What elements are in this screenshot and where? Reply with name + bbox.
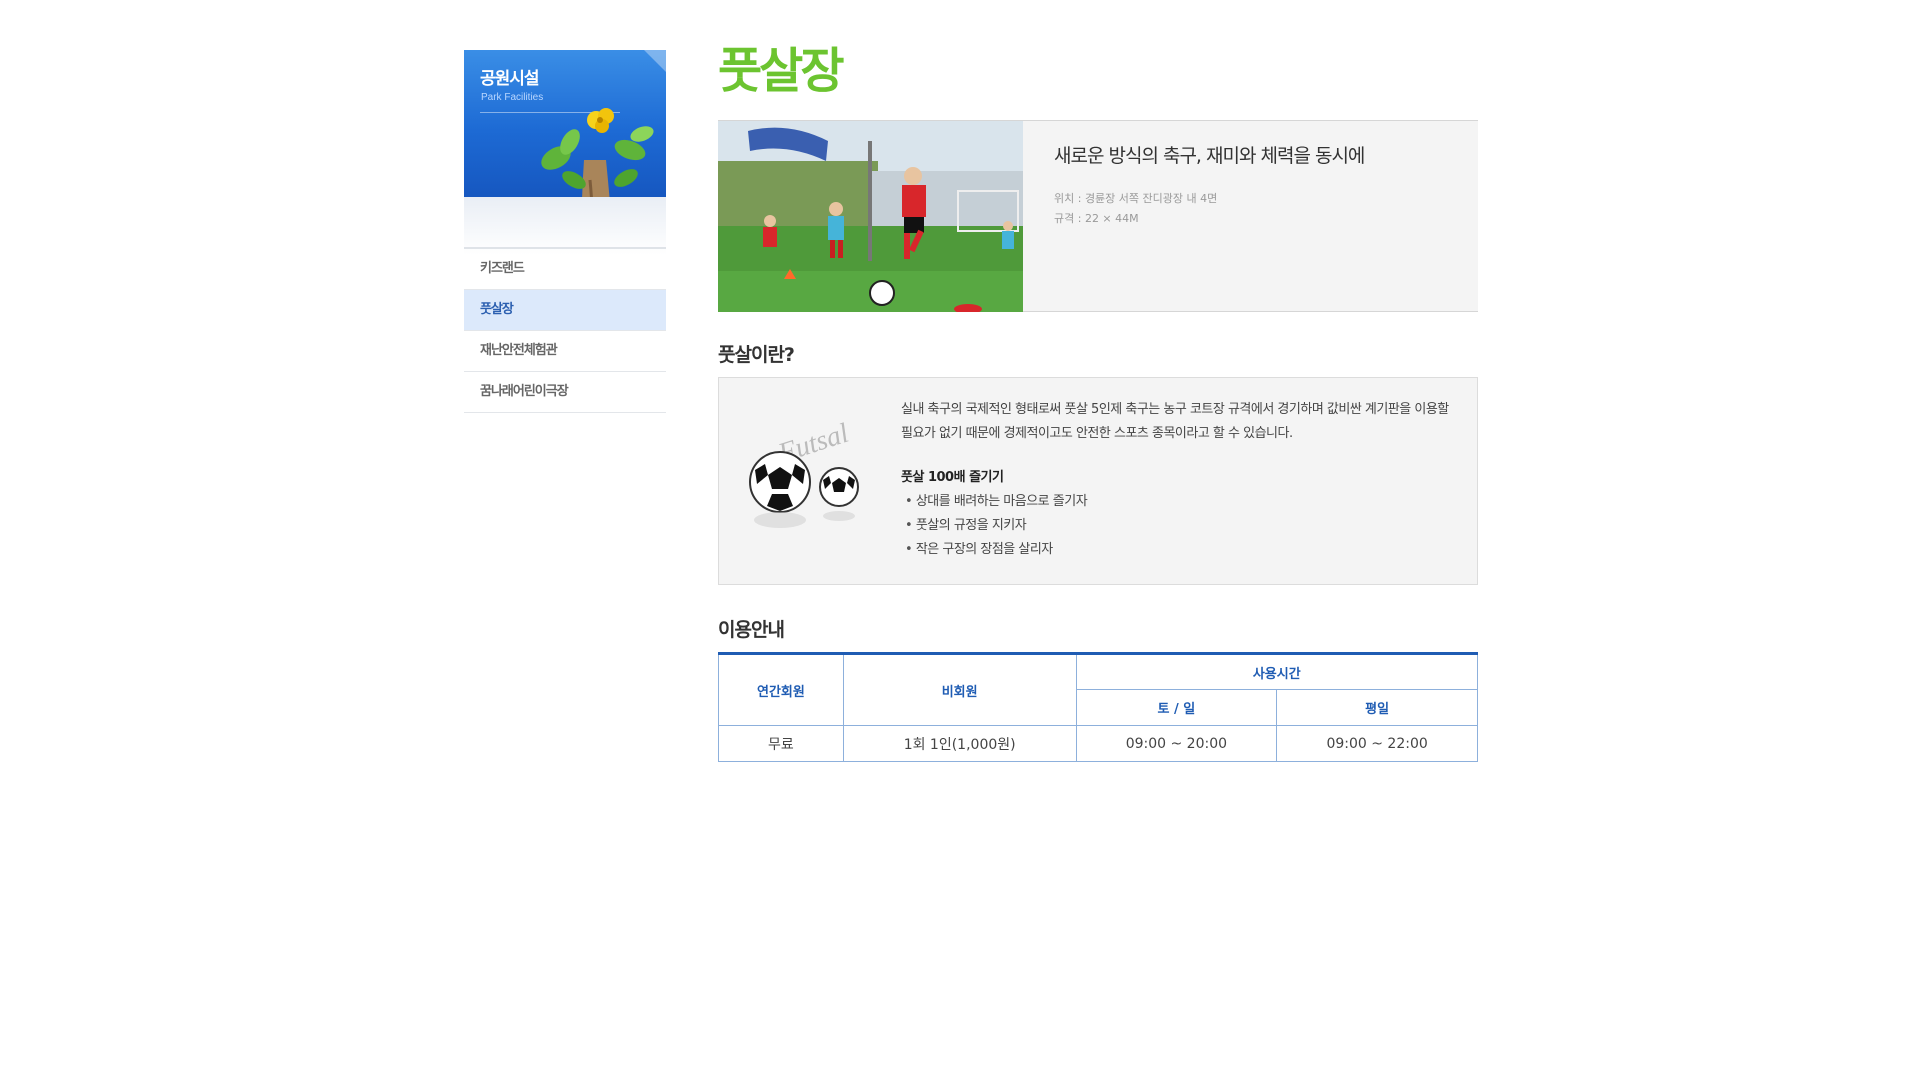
list-item: 작은 구장의 장점을 살리자 xyxy=(901,538,1461,562)
intro-size: 규격 : 22 × 44M xyxy=(1054,212,1139,225)
sidebar-title: 공원시설 xyxy=(480,69,540,89)
sidebar-item-safety-center[interactable]: 재난안전체험관 xyxy=(464,331,666,372)
guide-section-title: 이용안내 xyxy=(718,619,785,641)
cell-weekend: 09:00 ~ 20:00 xyxy=(1075,725,1278,762)
soccer-ball-icon: Futsal xyxy=(749,418,859,528)
enjoy-title: 풋살 100배 즐기기 xyxy=(901,470,1004,485)
header-hours: 사용시간 xyxy=(1075,653,1478,690)
sidebar-header: 공원시설 Park Facilities xyxy=(464,50,666,197)
header-non-member: 비회원 xyxy=(842,653,1077,726)
sidebar-item-kidsland[interactable]: 키즈랜드 xyxy=(464,249,666,290)
about-description: 실내 축구의 국제적인 형태로써 풋살 5인제 축구는 농구 코트장 규격에서 … xyxy=(901,402,1449,441)
cell-weekday: 09:00 ~ 22:00 xyxy=(1276,725,1478,762)
cell-annual: 무료 xyxy=(718,725,844,762)
about-section-title: 풋살이란? xyxy=(718,344,795,366)
list-item: 상대를 배려하는 마음으로 즐기자 xyxy=(901,490,1461,514)
enjoy-list: 상대를 배려하는 마음으로 즐기자 풋살의 규정을 지키자 작은 구장의 장점을… xyxy=(901,490,1461,562)
sidebar: 공원시설 Park Facilities 키즈랜드 풋살장 재난안전체험관 꿈나… xyxy=(464,50,666,413)
cell-non-member: 1회 1인(1,000원) xyxy=(842,725,1077,762)
usage-guide-table: 연간회원 비회원 사용시간 토 / 일 평일 무료 1회 1인(1,000원) … xyxy=(718,652,1478,762)
intro-info: 위치 : 경륜장 서쪽 잔디광장 내 4면 규격 : 22 × 44M xyxy=(1054,189,1217,229)
main-content: 풋살장 새로운 방식의 축구, 재미와 체력을 동시에 위치: 경륜장 서쪽 … xyxy=(718,40,1478,762)
header-weekend: 토 / 일 xyxy=(1075,689,1278,726)
intro-box: 새로운 방식의 축구, 재미와 체력을 동시에 위치 : 경륜장 서쪽 잔디광장… xyxy=(718,120,1478,312)
list-item: 풋살의 규정을 지키자 xyxy=(901,514,1461,538)
page-title: 풋살장 xyxy=(718,43,844,99)
sidebar-item-futsal[interactable]: 풋살장 xyxy=(464,290,666,331)
tree-illustration xyxy=(541,108,654,197)
about-text: 실내 축구의 국제적인 형태로써 풋살 5인제 축구는 농구 코트장 규격에서 … xyxy=(901,398,1461,562)
about-box: Futsal 실내 축구의 국제적인 형태로써 풋살 5인제 축구는 농구 코트… xyxy=(718,377,1478,585)
table-row: 무료 1회 1인(1,000원) 09:00 ~ 20:00 09:00 ~ 2… xyxy=(718,725,1478,762)
sidebar-menu: 키즈랜드 풋살장 재난안전체험관 꿈나래어린이극장 xyxy=(464,247,666,413)
intro-headline: 새로운 방식의 축구, 재미와 체력을 동시에 xyxy=(1054,145,1365,167)
sidebar-item-kids-theater[interactable]: 꿈나래어린이극장 xyxy=(464,372,666,413)
futsal-kids-photo xyxy=(718,121,1023,312)
intro-location: 위치 : 경륜장 서쪽 잔디광장 내 4면 xyxy=(1054,192,1218,205)
header-annual: 연간회원 xyxy=(718,653,844,726)
header-weekday: 평일 xyxy=(1276,689,1478,726)
